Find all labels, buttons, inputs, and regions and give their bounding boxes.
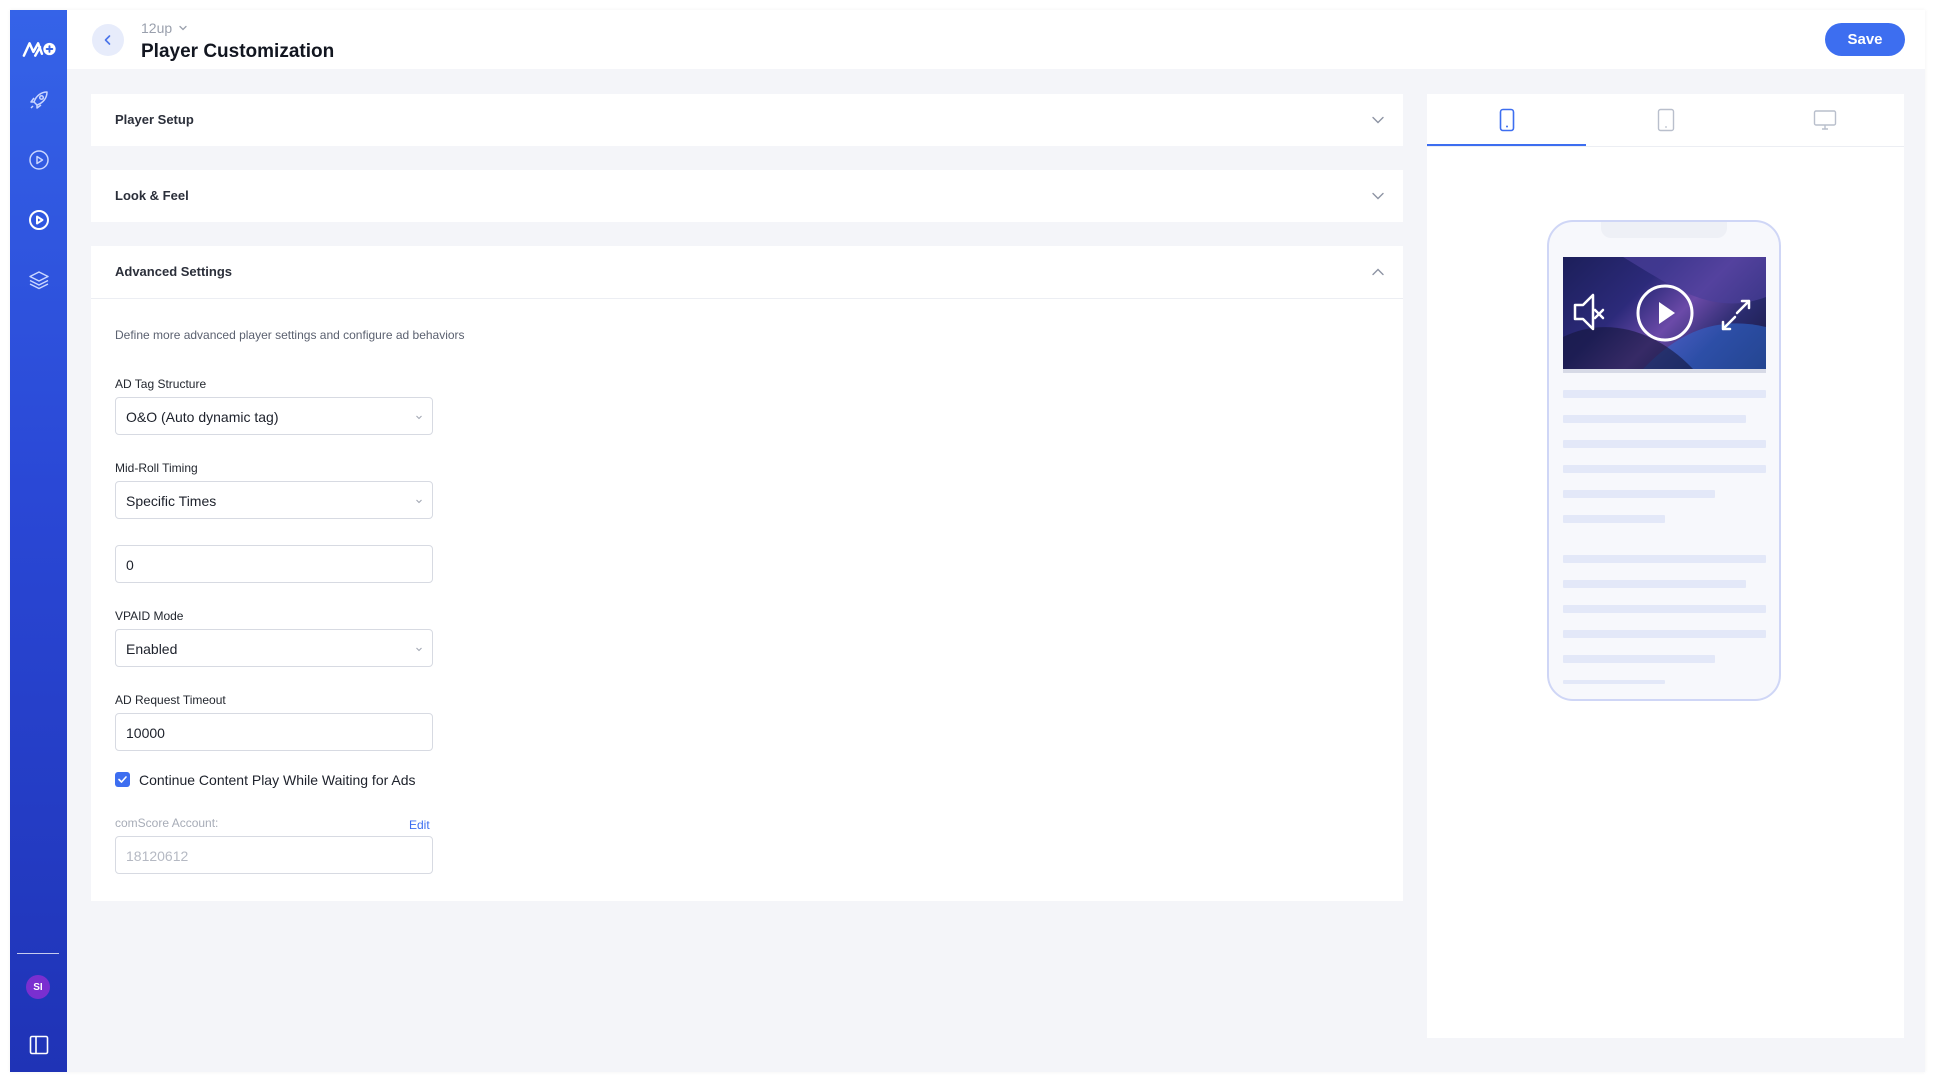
- advanced-settings-title: Advanced Settings: [115, 264, 233, 279]
- ad-tag-value: O&O (Auto dynamic tag): [126, 409, 279, 425]
- comscore-label: comScore Account:: [115, 816, 219, 830]
- midroll-select[interactable]: Specific Times: [115, 481, 433, 519]
- placeholder-line: [1563, 415, 1746, 423]
- app-frame: SI 12up Player Customization Save Player…: [10, 10, 1925, 1072]
- comscore-input: 18120612: [115, 836, 433, 874]
- play-circle-active-icon[interactable]: [25, 206, 53, 234]
- timeout-label: AD Request Timeout: [115, 693, 226, 707]
- desktop-icon: [1813, 110, 1836, 130]
- video-controls: [1573, 284, 1751, 342]
- player-setup-title: Player Setup: [115, 112, 194, 127]
- placeholder-line: [1563, 605, 1766, 613]
- phone-preview: [1547, 220, 1781, 701]
- placeholder-line: [1563, 655, 1715, 663]
- breadcrumb-label: 12up: [141, 20, 173, 36]
- chevron-down-icon: [1372, 192, 1384, 200]
- video-preview: [1563, 257, 1766, 369]
- logo-icon[interactable]: [22, 35, 58, 63]
- avatar-initials: SI: [33, 981, 43, 993]
- comscore-edit-link[interactable]: Edit: [409, 818, 430, 832]
- tablet-icon: [1657, 108, 1674, 132]
- mobile-icon: [1499, 108, 1514, 132]
- placeholder-line: [1563, 630, 1766, 638]
- placeholder-line: [1563, 465, 1766, 473]
- ad-tag-select[interactable]: O&O (Auto dynamic tag): [115, 397, 433, 435]
- ad-tag-label: AD Tag Structure: [115, 377, 207, 391]
- placeholder-line: [1563, 390, 1766, 398]
- timeout-value: 10000: [126, 725, 165, 741]
- advanced-settings-panel: Advanced Settings Define more advanced p…: [91, 246, 1403, 901]
- vpaid-label: VPAID Mode: [115, 609, 184, 623]
- tab-tablet[interactable]: [1586, 94, 1745, 146]
- placeholder-line: [1563, 680, 1665, 684]
- breadcrumb[interactable]: 12up: [141, 20, 188, 36]
- placeholder-line: [1563, 490, 1715, 498]
- vpaid-select[interactable]: Enabled: [115, 629, 433, 667]
- checkmark-icon: [118, 776, 127, 783]
- layers-icon[interactable]: [25, 266, 53, 294]
- vpaid-value: Enabled: [126, 641, 178, 657]
- play-circle-icon[interactable]: [25, 146, 53, 174]
- page-title: Player Customization: [141, 41, 335, 62]
- placeholder-line: [1563, 440, 1766, 448]
- placeholder-line: [1563, 515, 1665, 523]
- look-feel-header[interactable]: Look & Feel: [91, 170, 1403, 222]
- continue-play-label[interactable]: Continue Content Play While Waiting for …: [139, 772, 416, 788]
- look-feel-panel: Look & Feel: [91, 170, 1403, 222]
- chevron-down-icon: [416, 415, 422, 420]
- rocket-icon[interactable]: [25, 86, 53, 114]
- back-button[interactable]: [92, 24, 124, 56]
- player-setup-header[interactable]: Player Setup: [91, 94, 1403, 146]
- preview-panel: [1427, 94, 1904, 1038]
- chevron-down-icon: [179, 25, 187, 31]
- midroll-value: Specific Times: [126, 493, 217, 509]
- save-button[interactable]: Save: [1825, 23, 1905, 56]
- chevron-up-icon: [1372, 268, 1384, 276]
- sidebar: SI: [10, 10, 67, 1072]
- tab-mobile[interactable]: [1427, 94, 1586, 146]
- midroll-times-input[interactable]: 0: [115, 545, 433, 583]
- chevron-down-icon: [416, 499, 422, 504]
- phone-notch: [1601, 222, 1727, 238]
- look-feel-title: Look & Feel: [115, 188, 189, 203]
- chevron-left-icon: [104, 35, 111, 45]
- panel-toggle-icon[interactable]: [25, 1031, 53, 1059]
- midroll-label: Mid-Roll Timing: [115, 461, 198, 475]
- video-progress-bar: [1563, 369, 1766, 373]
- sidebar-divider: [17, 953, 59, 954]
- continue-play-checkbox[interactable]: [115, 772, 130, 787]
- advanced-description: Define more advanced player settings and…: [115, 328, 465, 342]
- player-setup-panel: Player Setup: [91, 94, 1403, 146]
- comscore-value: 18120612: [126, 848, 189, 864]
- placeholder-line: [1563, 555, 1766, 563]
- placeholder-line: [1563, 580, 1746, 588]
- top-header: 12up Player Customization Save: [67, 10, 1925, 69]
- tabs-divider: [1427, 146, 1904, 147]
- midroll-times-value: 0: [126, 557, 134, 573]
- avatar[interactable]: SI: [26, 975, 50, 999]
- chevron-down-icon: [1372, 116, 1384, 124]
- timeout-input[interactable]: 10000: [115, 713, 433, 751]
- advanced-settings-header[interactable]: Advanced Settings: [91, 246, 1403, 299]
- tab-desktop[interactable]: [1745, 94, 1904, 146]
- chevron-down-icon: [416, 647, 422, 652]
